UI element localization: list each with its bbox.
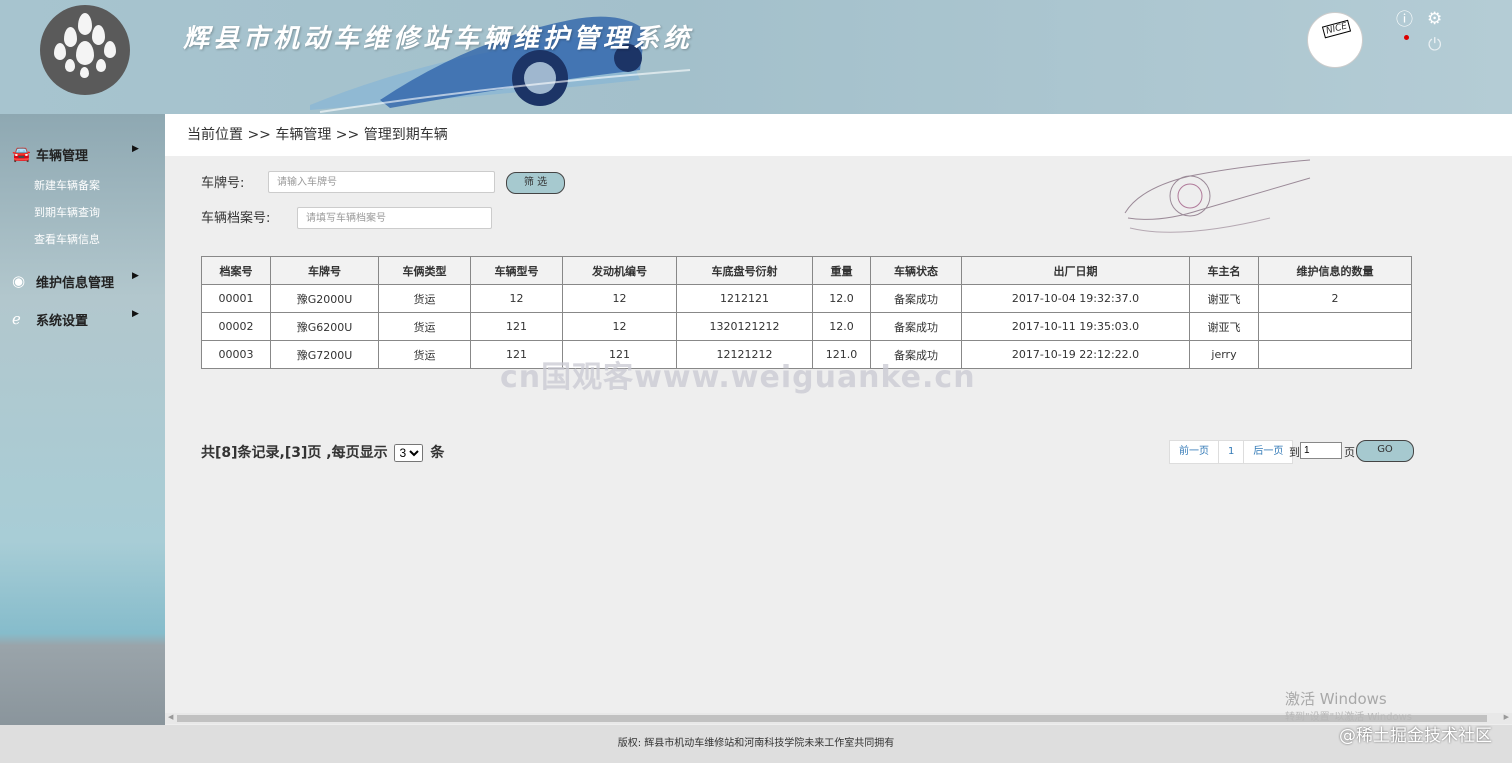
plate-input[interactable] [268,171,495,193]
cell: 2017-10-04 19:32:37.0 [961,284,1190,313]
next-page-button[interactable]: 后一页 [1244,441,1292,463]
table-row[interactable]: 00002 豫G6200U 货运 121 12 1320121212 12.0 … [201,312,1412,341]
cell: 2017-10-19 22:12:22.0 [961,340,1190,369]
cell: 12.0 [812,312,871,341]
archive-input[interactable] [297,207,492,229]
cell [1258,312,1412,341]
caret-right-icon: ▶ [132,144,139,154]
cell: 谢亚飞 [1189,312,1259,341]
footer: 版权: 辉县市机动车维修站和河南科技学院未来工作室共同拥有 @稀土掘金技术社区 [0,725,1512,763]
page-number-current[interactable]: 1 [1219,441,1245,463]
app-header: 辉县市机动车维修站车辆维护管理系统 NICE ⓘ ⚙ ⏻ [0,0,1512,114]
table-row[interactable]: 00001 豫G2000U 货运 12 12 1212121 12.0 备案成功… [201,284,1412,313]
scroll-right-icon[interactable]: ▶ [1504,713,1509,721]
user-avatar[interactable]: NICE [1307,12,1363,68]
cell: 12 [562,284,677,313]
cell: 00002 [201,312,271,341]
col-header: 车牌号 [270,256,379,285]
pager: 前一页 1 后一页 [1169,440,1294,464]
col-header: 车辆状态 [870,256,962,285]
plate-label: 车牌号: [201,176,245,191]
cell: 00001 [201,284,271,313]
goto-page-input[interactable] [1300,442,1342,459]
cell: 豫G7200U [270,340,379,369]
page-unit-label: 页 [1344,446,1355,459]
pagination-summary: 共[8]条记录,[3]页 ,每页显示 3 条 [201,442,444,462]
windows-activation-title: 激活 Windows [1285,690,1387,708]
scroll-left-icon[interactable]: ◀ [168,713,173,721]
sidebar-menu-maintenance[interactable]: ◉ 维护信息管理 ▶ [0,268,165,294]
sidebar-item-new-record[interactable]: 新建车辆备案 [34,177,100,193]
cell: 2017-10-11 19:35:03.0 [961,312,1190,341]
go-button[interactable]: GO [1356,440,1414,462]
car-sketch-decoration [1124,159,1311,233]
breadcrumb-bar: 当前位置 >> 车辆管理 >> 管理到期车辆 [165,114,1512,156]
copyright-text: 版权: 辉县市机动车维修站和河南科技学院未来工作室共同拥有 [617,738,895,749]
cell: 2 [1258,284,1412,313]
cell: 1212121 [676,284,813,313]
system-title: 辉县市机动车维修站车辆维护管理系统 [183,24,694,54]
juejin-watermark: @稀土掘金技术社区 [1339,726,1492,746]
goto-label: 到 [1289,446,1300,459]
sidebar-menu-settings[interactable]: ℯ 系统设置 ▶ [0,306,165,332]
cell: 货运 [378,284,471,313]
gear-icon[interactable]: ⚙ [1427,10,1442,28]
cell: 货运 [378,340,471,369]
car-icon: 🚘 [12,145,31,163]
settings-icon: ℯ [12,310,21,328]
col-header: 车俩类型 [378,256,471,285]
site-watermark: cn国观客www.weiguanke.cn [500,360,976,395]
summary-suffix: 条 [430,445,445,461]
cell: jerry [1189,340,1259,369]
cell: 12 [562,312,677,341]
menu-label: 系统设置 [36,314,89,329]
menu-label: 车辆管理 [36,149,89,164]
menu-label: 维护信息管理 [36,276,115,291]
logo [40,5,130,95]
breadcrumb: 当前位置 >> 车辆管理 >> 管理到期车辆 [187,127,448,143]
col-header: 车辆型号 [470,256,563,285]
cell [1258,340,1412,369]
caret-right-icon: ▶ [132,271,139,281]
page-size-select[interactable]: 3 [394,444,424,462]
sidebar-item-expired-query[interactable]: 到期车辆查询 [34,204,100,220]
col-header: 维护信息的数量 [1258,256,1412,285]
cell: 豫G6200U [270,312,379,341]
sidebar-menu-vehicle[interactable]: 🚘 车辆管理 ▶ [0,141,165,167]
cell: 备案成功 [870,284,962,313]
cell: 备案成功 [870,312,962,341]
cell: 货运 [378,312,471,341]
col-header: 车底盘号衍射 [676,256,813,285]
cell: 谢亚飞 [1189,284,1259,313]
cell: 1320121212 [676,312,813,341]
caret-right-icon: ▶ [132,309,139,319]
col-header: 发动机编号 [562,256,677,285]
sidebar-item-view-vehicle[interactable]: 查看车辆信息 [34,231,100,247]
cell: 豫G2000U [270,284,379,313]
col-header: 车主名 [1189,256,1259,285]
archive-label: 车辆档案号: [201,211,271,226]
col-header: 出厂日期 [961,256,1190,285]
cell: 12 [470,284,563,313]
notification-dot [1404,35,1409,40]
avatar-text: NICE [1321,19,1352,39]
cell: 00003 [201,340,271,369]
globe-icon: ◉ [12,272,26,290]
table-header-row: 档案号 车牌号 车俩类型 车辆型号 发动机编号 车底盘号衍射 重量 车辆状态 出… [201,256,1412,285]
filter-button[interactable]: 筛 选 [506,172,565,194]
col-header: 档案号 [201,256,271,285]
col-header: 重量 [812,256,871,285]
prev-page-button[interactable]: 前一页 [1170,441,1219,463]
info-icon[interactable]: ⓘ [1396,11,1413,29]
power-icon[interactable]: ⏻ [1428,36,1441,54]
cell: 12.0 [812,284,871,313]
summary-prefix: 共[8]条记录,[3]页 ,每页显示 [201,445,388,461]
sidebar: 🚘 车辆管理 ▶ 新建车辆备案 到期车辆查询 查看车辆信息 ◉ 维护信息管理 ▶… [0,114,165,725]
cell: 121 [470,312,563,341]
